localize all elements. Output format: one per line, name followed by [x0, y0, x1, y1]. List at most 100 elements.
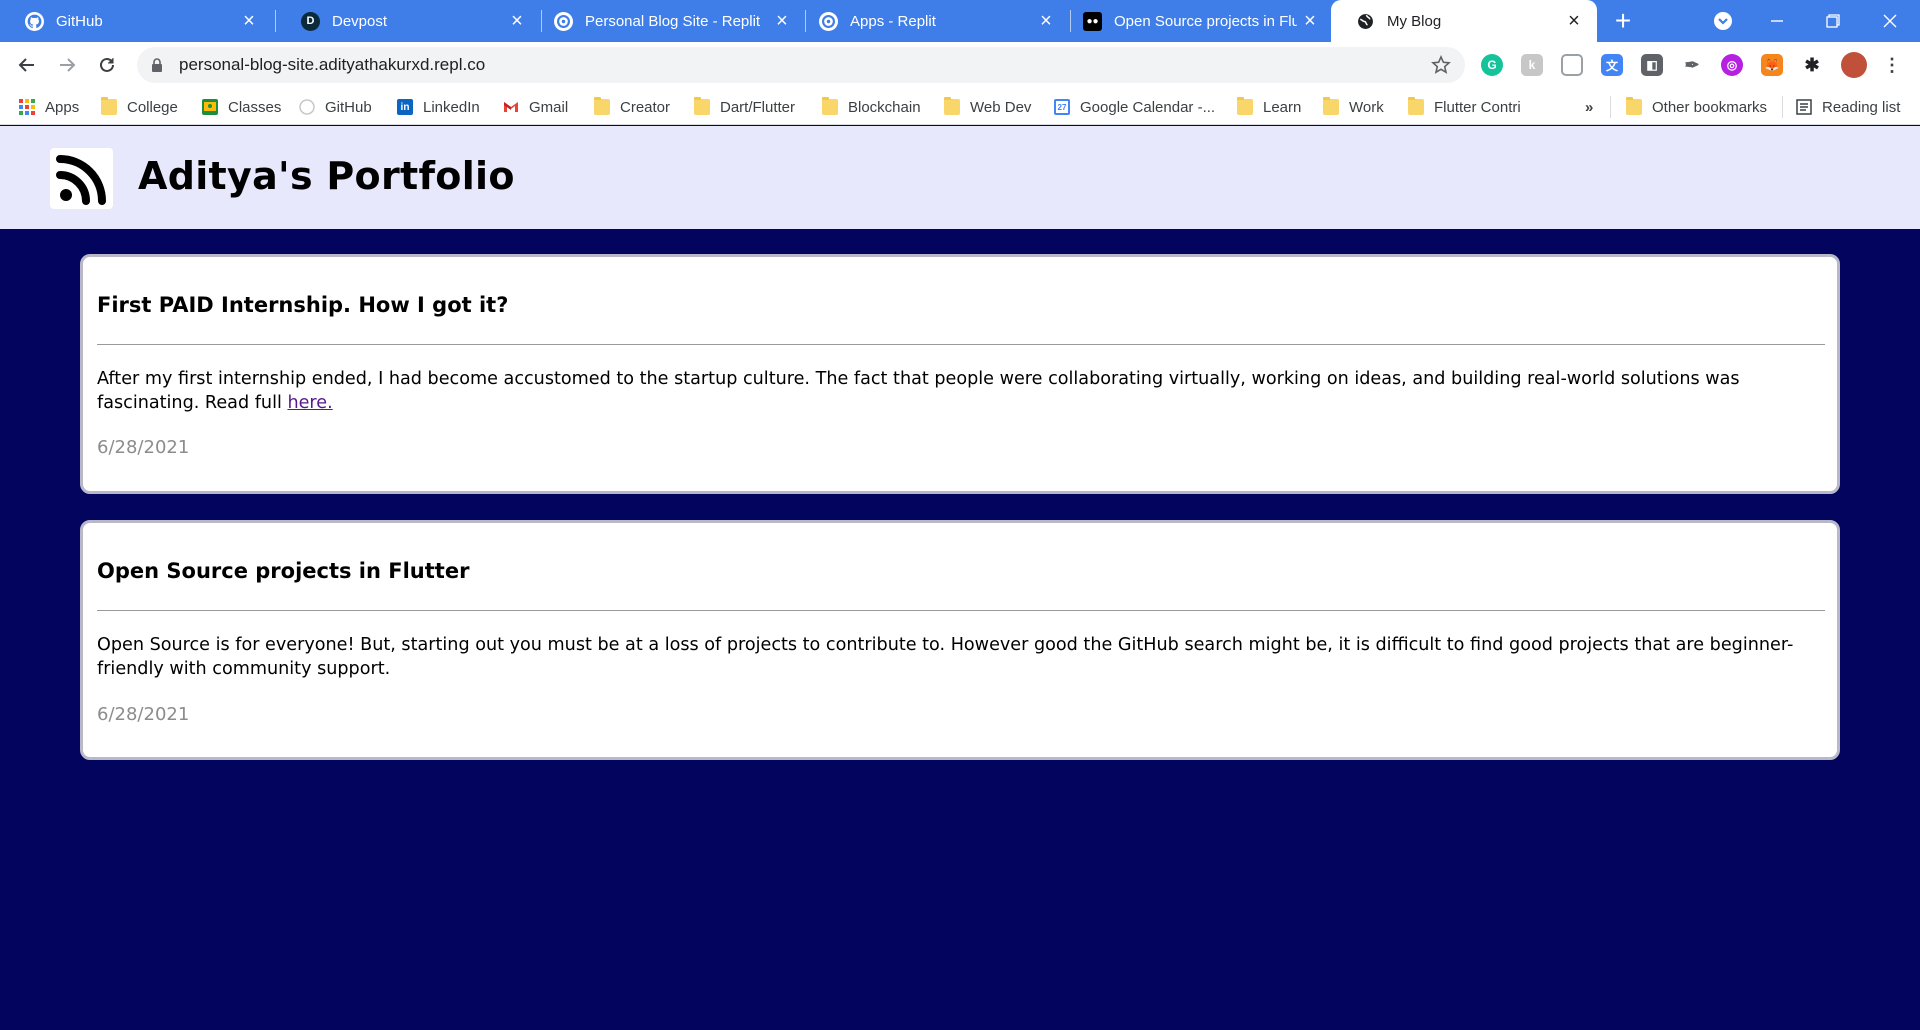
browser-toolbar: personal-blog-site.adityathakurxd.repl.c…	[0, 42, 1920, 88]
bookmark-google-calendar[interactable]: 27 Google Calendar -...	[1054, 97, 1215, 117]
folder-icon	[1626, 97, 1642, 115]
bookmark-creator[interactable]: Creator	[594, 97, 670, 117]
bookmark-web-dev[interactable]: Web Dev	[944, 97, 1031, 117]
profile-avatar[interactable]	[1841, 52, 1867, 78]
new-tab-button[interactable]: +	[1608, 6, 1638, 36]
bookmark-label: Flutter Contri	[1434, 98, 1521, 116]
reload-button[interactable]	[92, 50, 122, 80]
read-full-link[interactable]: here.	[287, 393, 332, 413]
replit-icon	[554, 11, 573, 31]
bookmarks-divider	[1782, 96, 1783, 118]
tab-github[interactable]: GitHub ×	[0, 0, 272, 42]
tab-title: GitHub	[56, 12, 103, 30]
more-bookmarks-button[interactable]: »	[1585, 97, 1593, 117]
post-date: 6/28/2021	[97, 704, 190, 725]
bookmark-label: Dart/Flutter	[720, 98, 796, 116]
close-window-button[interactable]	[1870, 6, 1910, 36]
bookmark-label: Google Calendar -...	[1080, 98, 1216, 116]
gmail-icon	[503, 99, 519, 115]
post-divider	[97, 344, 1825, 345]
bookmark-star-icon[interactable]	[1431, 55, 1451, 79]
blog-post-card: Open Source projects in Flutter Open Sou…	[80, 520, 1840, 760]
other-bookmarks[interactable]: Other bookmarks	[1626, 97, 1767, 117]
eyedropper-extension-icon[interactable]: ✒	[1681, 54, 1703, 76]
bookmark-dart-flutter[interactable]: Dart/Flutter	[694, 97, 795, 117]
browser-tab-strip: GitHub × D Devpost × Personal Blog Site …	[0, 0, 1920, 42]
extension-icon[interactable]: ◎	[1721, 54, 1743, 76]
github-icon	[299, 99, 315, 115]
bookmark-gmail[interactable]: Gmail	[503, 97, 568, 117]
tab-close-button[interactable]: ×	[1297, 11, 1323, 31]
grammarly-extension-icon[interactable]: G	[1481, 54, 1503, 76]
bookmark-classes[interactable]: Classes	[202, 97, 281, 117]
back-button[interactable]	[12, 50, 42, 80]
extension-icon[interactable]: ◧	[1641, 54, 1663, 76]
bookmarks-divider	[1610, 96, 1611, 118]
folder-icon	[944, 97, 960, 115]
bookmark-label: Other bookmarks	[1652, 98, 1768, 116]
forward-button[interactable]	[52, 50, 82, 80]
bookmark-linkedin[interactable]: in LinkedIn	[397, 97, 480, 117]
bookmark-flutter-contri[interactable]: Flutter Contri	[1408, 97, 1521, 117]
replit-icon	[819, 11, 838, 31]
rss-feed-icon	[55, 154, 106, 205]
site-logo[interactable]	[50, 148, 113, 209]
apps-grid-icon	[19, 99, 35, 115]
blog-post-card: First PAID Internship. How I got it? Aft…	[80, 254, 1840, 494]
address-url: personal-blog-site.adityathakurxd.repl.c…	[179, 55, 486, 74]
lock-icon	[150, 57, 164, 73]
menu-kebab-icon[interactable]: ⋮	[1881, 54, 1903, 76]
tab-title: Personal Blog Site - Replit	[585, 12, 761, 30]
post-excerpt: Open Source is for everyone! But, starti…	[97, 635, 1794, 679]
tab-my-blog[interactable]: My Blog ×	[1331, 0, 1597, 42]
folder-icon	[594, 97, 610, 115]
metamask-extension-icon[interactable]: 🦊	[1761, 54, 1783, 76]
bookmark-apps[interactable]: Apps	[19, 97, 79, 117]
folder-icon	[822, 97, 838, 115]
folder-icon	[1237, 97, 1253, 115]
folder-icon	[1408, 97, 1424, 115]
reading-list-icon	[1796, 99, 1812, 115]
tab-title: Apps - Replit	[850, 12, 936, 30]
tab-personal-blog-replit[interactable]: Personal Blog Site - Replit ×	[529, 0, 805, 42]
tab-close-button[interactable]: ×	[1033, 11, 1059, 31]
bookmark-label: Web Dev	[970, 98, 1032, 116]
arrow-right-icon	[60, 58, 76, 72]
bookmark-label: Blockchain	[848, 98, 921, 116]
reading-list[interactable]: Reading list	[1796, 97, 1900, 117]
translate-extension-icon[interactable]: 文	[1601, 54, 1623, 76]
extension-icon[interactable]	[1561, 54, 1583, 76]
bookmark-blockchain[interactable]: Blockchain	[822, 97, 921, 117]
bookmark-learn[interactable]: Learn	[1237, 97, 1301, 117]
site-header: Aditya's Portfolio	[0, 126, 1920, 229]
minimize-button[interactable]	[1757, 6, 1797, 36]
bookmark-label: Apps	[45, 98, 80, 116]
linkedin-icon: in	[397, 99, 413, 115]
restore-button[interactable]	[1813, 6, 1853, 36]
post-excerpt-text: After my first internship ended, I had b…	[97, 369, 1740, 413]
address-bar[interactable]: personal-blog-site.adityathakurxd.repl.c…	[137, 47, 1465, 83]
tab-open-source-flutter[interactable]: ●● Open Source projects in Flu ×	[1058, 0, 1333, 42]
tab-close-button[interactable]: ×	[1561, 11, 1587, 31]
globe-icon	[1356, 12, 1375, 31]
classroom-icon	[202, 99, 218, 115]
bookmark-github[interactable]: GitHub	[299, 97, 372, 117]
post-divider	[97, 610, 1825, 611]
bookmark-label: Learn	[1263, 98, 1302, 116]
tab-close-button[interactable]: ×	[236, 11, 262, 31]
bookmark-label: LinkedIn	[423, 98, 480, 116]
bookmark-college[interactable]: College	[101, 97, 178, 117]
bookmark-label: College	[127, 98, 178, 116]
tab-apps-replit[interactable]: Apps - Replit ×	[794, 0, 1069, 42]
arrow-left-icon	[18, 58, 34, 72]
post-title: First PAID Internship. How I got it?	[97, 293, 509, 317]
puzzle-extensions-icon[interactable]: ✱	[1801, 54, 1823, 76]
tab-title: Open Source projects in Flu	[1114, 12, 1297, 30]
bookmark-work[interactable]: Work	[1323, 97, 1384, 117]
post-title: Open Source projects in Flutter	[97, 559, 470, 583]
extension-icon[interactable]: k	[1521, 54, 1543, 76]
tab-search-button[interactable]	[1703, 6, 1743, 36]
tab-close-button[interactable]: ×	[504, 11, 530, 31]
tab-devpost[interactable]: D Devpost ×	[276, 0, 540, 42]
tab-close-button[interactable]: ×	[769, 11, 795, 31]
